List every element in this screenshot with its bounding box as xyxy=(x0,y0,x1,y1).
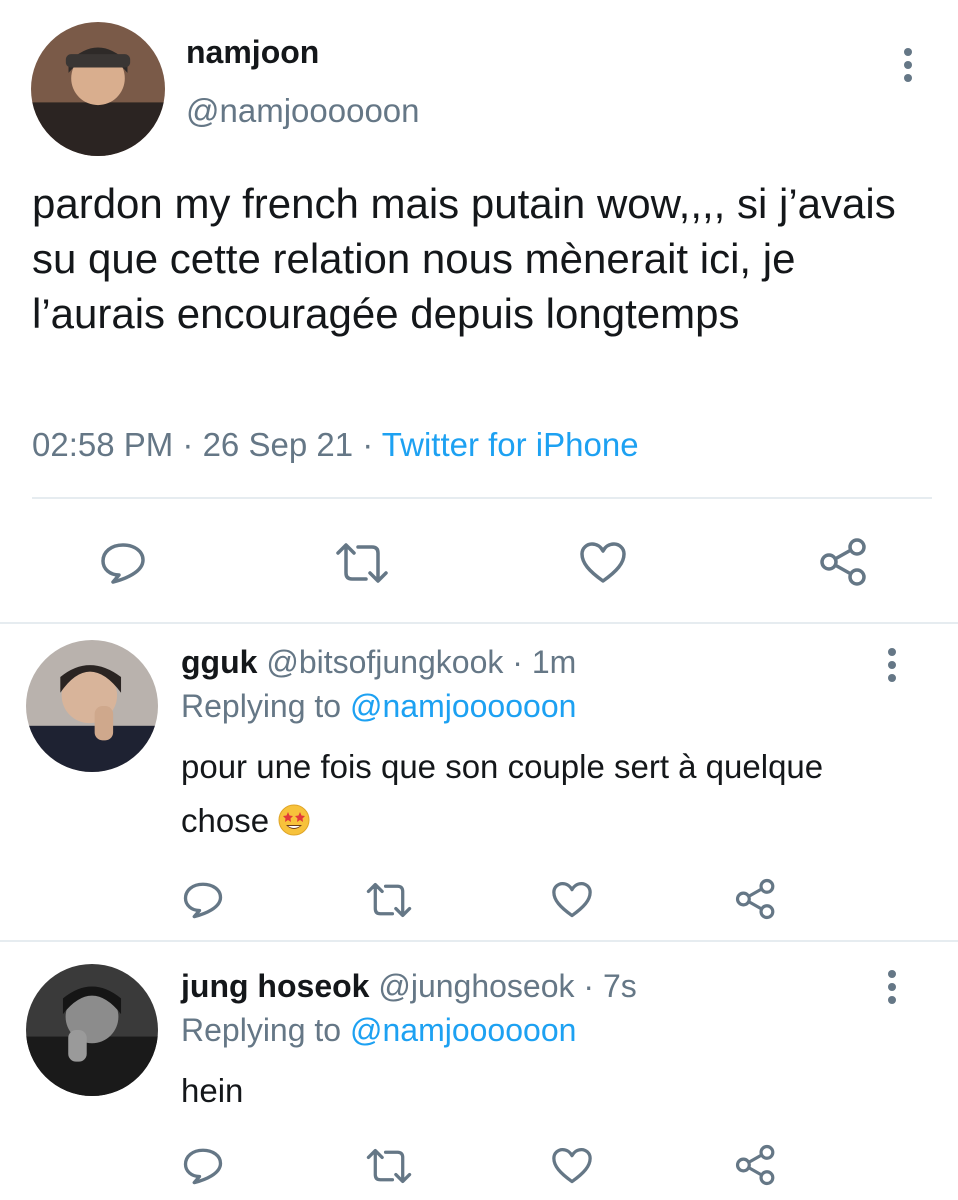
retweet-icon[interactable] xyxy=(334,538,390,588)
reply-age: 7s xyxy=(602,968,637,1004)
share-icon[interactable] xyxy=(818,536,870,588)
like-icon[interactable] xyxy=(550,1144,594,1188)
mention-link[interactable]: @namjoooooon xyxy=(350,1012,576,1048)
like-icon[interactable] xyxy=(550,878,594,922)
replying-to-label: Replying to xyxy=(181,1012,342,1048)
reply-age: 1m xyxy=(531,644,577,680)
mention-link[interactable]: @namjoooooon xyxy=(350,688,576,724)
author-handle[interactable]: @bitsofjungkook xyxy=(266,644,503,680)
tweet-time: 02:58 PM xyxy=(32,426,174,463)
share-icon[interactable] xyxy=(734,876,778,922)
share-icon[interactable] xyxy=(734,1142,778,1188)
replying-to-label: Replying to xyxy=(181,688,342,724)
tweet-date: 26 Sep 21 xyxy=(202,426,354,463)
author-name[interactable]: jung hoseok xyxy=(181,968,369,1004)
avatar[interactable] xyxy=(26,640,158,772)
reply-icon[interactable] xyxy=(181,878,225,922)
reply-tweet: gguk @bitsofjungkook · 1m Replying to @n… xyxy=(0,624,958,942)
more-options-icon[interactable] xyxy=(900,48,916,88)
avatar[interactable] xyxy=(31,22,165,156)
star-struck-emoji xyxy=(278,804,310,836)
more-options-icon[interactable] xyxy=(884,648,900,688)
divider xyxy=(32,497,932,499)
reply-icon[interactable] xyxy=(98,538,148,588)
avatar[interactable] xyxy=(26,964,158,1096)
retweet-icon[interactable] xyxy=(364,878,414,922)
main-tweet: namjoon @namjoooooon pardon my french ma… xyxy=(0,0,958,620)
avatar-photo xyxy=(26,640,158,772)
author-name[interactable]: gguk xyxy=(181,644,257,680)
reply-text: hein xyxy=(181,1072,244,1109)
tweet-meta: 02:58 PM · 26 Sep 21 · Twitter for iPhon… xyxy=(32,426,639,464)
replying-to: Replying to @namjoooooon xyxy=(181,1012,576,1049)
tweet-text: pardon my french mais putain wow,,,, si … xyxy=(32,180,896,337)
meta-separator: · xyxy=(353,426,382,463)
author-handle[interactable]: @junghoseok xyxy=(378,968,574,1004)
meta-separator: · xyxy=(574,968,603,1004)
reply-header: gguk @bitsofjungkook · 1m xyxy=(181,644,576,681)
meta-separator: · xyxy=(503,644,532,680)
reply-header: jung hoseok @junghoseok · 7s xyxy=(181,968,637,1005)
retweet-icon[interactable] xyxy=(364,1144,414,1188)
reply-text-block: pour une fois que son couple sert à quel… xyxy=(181,740,881,848)
replying-to: Replying to @namjoooooon xyxy=(181,688,576,725)
reply-tweet: jung hoseok @junghoseok · 7s Replying to… xyxy=(0,942,958,1200)
avatar-photo xyxy=(31,22,165,156)
like-icon[interactable] xyxy=(578,538,628,588)
meta-separator: · xyxy=(173,426,203,463)
author-name[interactable]: namjoon xyxy=(186,34,319,71)
author-handle[interactable]: @namjoooooon xyxy=(186,92,420,130)
reply-icon[interactable] xyxy=(181,1144,225,1188)
tweet-source-link[interactable]: Twitter for iPhone xyxy=(382,426,639,463)
more-options-icon[interactable] xyxy=(884,970,900,1010)
avatar-photo xyxy=(26,964,158,1096)
